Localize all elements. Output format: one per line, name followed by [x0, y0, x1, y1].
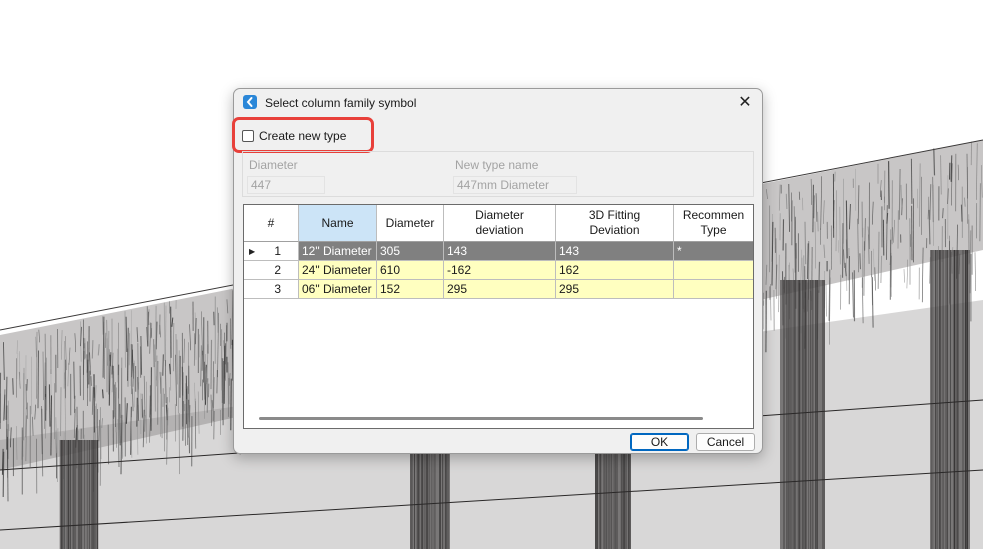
- row-pointer-icon: ▶: [249, 247, 256, 256]
- row-number: 1: [274, 244, 281, 258]
- diameter-field: 447: [247, 176, 325, 194]
- column-header-label: Diameter: [385, 215, 435, 230]
- row-number: 2: [274, 263, 281, 277]
- column-header-label: Recommen Type: [682, 208, 745, 237]
- table-row[interactable]: 3 06" Diameter 152 295 295: [244, 280, 753, 299]
- row-number: 3: [274, 282, 281, 296]
- family-symbol-grid[interactable]: # Name Diameter Diameter deviation 3D Fittin…: [243, 204, 754, 429]
- cell-3d-fitting-deviation[interactable]: 143: [556, 242, 674, 261]
- column-header-diameter[interactable]: Diameter: [377, 205, 444, 242]
- cell-diameter[interactable]: 305: [377, 242, 444, 261]
- horizontal-scrollbar[interactable]: [245, 413, 752, 423]
- select-column-family-dialog: Select column family symbol ✕ Create new…: [232, 88, 763, 454]
- cell-diameter-deviation[interactable]: 143: [444, 242, 556, 261]
- cell-recommended-type[interactable]: *: [674, 242, 753, 261]
- cancel-button[interactable]: Cancel: [696, 433, 755, 451]
- cell-name[interactable]: 12" Diameter: [299, 242, 377, 261]
- diameter-label: Diameter: [249, 158, 298, 172]
- column-header-label: 3D Fitting Deviation: [588, 208, 641, 237]
- cell-name[interactable]: 06" Diameter: [299, 280, 377, 299]
- column-header-label: Diameter deviation: [475, 208, 524, 237]
- table-row[interactable]: 2 24" Diameter 610 -162 162: [244, 261, 753, 280]
- cell-diameter-deviation[interactable]: -162: [444, 261, 556, 280]
- column-header-number[interactable]: #: [244, 205, 299, 242]
- column-header-name[interactable]: Name: [299, 205, 377, 242]
- ok-button[interactable]: OK: [630, 433, 689, 451]
- close-icon[interactable]: ✕: [736, 94, 754, 112]
- dialog-titlebar: Select column family symbol ✕: [234, 89, 762, 117]
- column-header-label: Name: [321, 215, 354, 230]
- column-header-3d-fitting-deviation[interactable]: 3D Fitting Deviation: [556, 205, 674, 242]
- column-header-label: #: [267, 215, 275, 230]
- row-header[interactable]: 2: [244, 261, 299, 280]
- new-type-parameters-group: Diameter 447 New type name 447mm Diamete…: [242, 151, 754, 197]
- app-logo-icon: [243, 95, 257, 109]
- column-header-recommended-type[interactable]: Recommen Type: [674, 205, 753, 242]
- cell-recommended-type[interactable]: [674, 261, 753, 280]
- row-header[interactable]: ▶ 1: [244, 242, 299, 261]
- highlight-annotation: [232, 117, 374, 153]
- table-row[interactable]: ▶ 1 12" Diameter 305 143 143 *: [244, 242, 753, 261]
- cell-3d-fitting-deviation[interactable]: 162: [556, 261, 674, 280]
- row-header[interactable]: 3: [244, 280, 299, 299]
- scrollbar-thumb[interactable]: [259, 417, 703, 420]
- cell-diameter-deviation[interactable]: 295: [444, 280, 556, 299]
- cell-3d-fitting-deviation[interactable]: 295: [556, 280, 674, 299]
- new-type-name-field: 447mm Diameter: [453, 176, 577, 194]
- cell-recommended-type[interactable]: [674, 280, 753, 299]
- cell-name[interactable]: 24" Diameter: [299, 261, 377, 280]
- cell-diameter[interactable]: 610: [377, 261, 444, 280]
- cell-diameter[interactable]: 152: [377, 280, 444, 299]
- dialog-title: Select column family symbol: [265, 96, 417, 110]
- new-type-name-label: New type name: [455, 158, 539, 172]
- column-header-diameter-deviation[interactable]: Diameter deviation: [444, 205, 556, 242]
